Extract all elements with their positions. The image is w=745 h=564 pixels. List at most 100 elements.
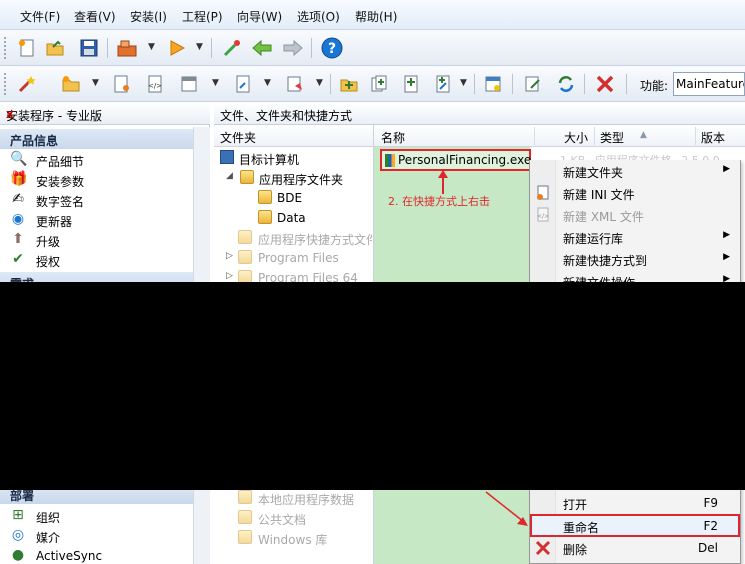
folder-header-label: 文件夹: [220, 131, 257, 145]
menu-view[interactable]: 查看(V): [74, 8, 116, 25]
menu-item-new-shortcut-to[interactable]: 新建快捷方式到 ▶: [530, 248, 740, 270]
tree-item-label: 目标计算机: [239, 153, 300, 167]
expander-icon[interactable]: ▷: [226, 271, 233, 281]
toolbar-separator: [474, 74, 475, 94]
build-icon[interactable]: [114, 36, 140, 60]
new-runtime-icon[interactable]: [176, 72, 202, 96]
column-separator[interactable]: [594, 127, 595, 145]
column-header-type[interactable]: 类型: [600, 129, 624, 146]
menu-options[interactable]: 选项(O): [297, 8, 340, 25]
tree-item-app-shortcut-folder[interactable]: 应用程序快捷方式文件夹: [238, 228, 372, 248]
column-separator[interactable]: [534, 127, 535, 145]
menu-install[interactable]: 安装(I): [130, 8, 167, 25]
properties-icon[interactable]: [480, 72, 506, 96]
toolbar-separator: [512, 74, 513, 94]
folder-icon: [238, 530, 252, 544]
chevron-down-icon[interactable]: ▼: [148, 42, 155, 52]
nav-item-updater[interactable]: ◉ 更新器: [10, 210, 190, 230]
nav-item-label: ActiveSync: [36, 549, 103, 563]
chevron-down-icon[interactable]: ▼: [316, 78, 323, 88]
add-shortcut-icon[interactable]: [430, 72, 456, 96]
new-file-icon[interactable]: [108, 72, 134, 96]
expander-icon[interactable]: ▷: [226, 251, 233, 261]
column-header-size[interactable]: 大小: [564, 129, 588, 146]
nav-item-label: 组织: [36, 511, 61, 525]
menu-project[interactable]: 工程(P): [182, 8, 223, 25]
nav-item-label: 数字签名: [36, 195, 85, 209]
refresh-icon[interactable]: [553, 72, 579, 96]
new-project-icon[interactable]: [14, 36, 40, 60]
nav-item-media[interactable]: ◎ 媒介: [10, 526, 190, 546]
file-row-selected[interactable]: PersonalFinancing.exe: [380, 149, 531, 171]
nav-item-upgrade[interactable]: ⬆ 升级: [10, 230, 190, 250]
menu-item-label: 打开: [563, 498, 588, 512]
toolbar-separator: [626, 74, 627, 94]
nav-item-product-details[interactable]: 🔍 产品细节: [10, 150, 190, 170]
close-icon[interactable]: x: [6, 107, 202, 121]
menu-item-delete[interactable]: 删除 Del: [530, 537, 740, 559]
redaction-block: [0, 282, 745, 490]
menu-wizard[interactable]: 向导(W): [237, 8, 282, 25]
new-xml-icon[interactable]: </>: [142, 72, 168, 96]
tree-item-label: BDE: [277, 191, 303, 205]
folder-column-header[interactable]: 文件夹: [214, 125, 374, 147]
file-operation-icon[interactable]: [282, 72, 308, 96]
run-icon[interactable]: [164, 36, 190, 60]
column-header-version[interactable]: 版本: [701, 129, 725, 146]
menu-item-new-xml-file[interactable]: </> 新建 XML 文件: [530, 204, 740, 226]
chevron-down-icon[interactable]: ▼: [92, 78, 99, 88]
nav-item-install-params[interactable]: 🎁 安装参数: [10, 170, 190, 190]
feature-select[interactable]: MainFeature: [673, 72, 745, 96]
forward-arrow-icon[interactable]: [280, 36, 306, 60]
toolbar-grip[interactable]: [4, 37, 7, 59]
menu-item-label: 新建 XML 文件: [563, 210, 644, 224]
back-arrow-icon[interactable]: [249, 36, 275, 60]
column-header-name[interactable]: 名称: [381, 129, 405, 146]
files-pane-title: 文件、文件夹和快捷方式: [220, 109, 353, 123]
menu-item-label: 新建 INI 文件: [563, 188, 635, 202]
toolbar-separator: [211, 38, 212, 58]
exe-file-icon: [385, 154, 395, 167]
save-icon[interactable]: [76, 36, 102, 60]
menu-help[interactable]: 帮助(H): [355, 8, 397, 25]
menu-item-new-runtime[interactable]: 新建运行库 ▶: [530, 226, 740, 248]
menu-item-open[interactable]: 打开 F9: [530, 492, 740, 514]
group-header-product-info[interactable]: 产品信息: [0, 129, 193, 149]
menu-item-new-ini-file[interactable]: 新建 INI 文件: [530, 182, 740, 204]
add-runtime-icon[interactable]: [398, 72, 424, 96]
chevron-down-icon[interactable]: ▼: [460, 78, 467, 88]
feature-label: 功能:: [640, 79, 669, 93]
add-files-icon[interactable]: [366, 72, 392, 96]
open-project-icon[interactable]: [42, 36, 68, 60]
expander-icon[interactable]: ◢: [226, 171, 233, 181]
help-icon[interactable]: ?: [319, 36, 345, 60]
nav-item-activesync[interactable]: ● ActiveSync: [10, 546, 190, 564]
column-separator[interactable]: [695, 127, 696, 145]
chevron-down-icon[interactable]: ▼: [212, 78, 219, 88]
menu-file[interactable]: 文件(F): [20, 8, 60, 25]
menu-item-label: 删除: [563, 543, 588, 557]
nav-item-organization[interactable]: ⊞ 组织: [10, 506, 190, 526]
shortcut-key: F2: [703, 519, 718, 533]
tree-item-label: 公共文档: [258, 513, 307, 527]
delete-icon[interactable]: [592, 72, 618, 96]
wizard-star-icon[interactable]: [14, 72, 40, 96]
menu-item-new-folder[interactable]: 新建文件夹 ▶: [530, 160, 740, 182]
new-shortcut-icon[interactable]: [230, 72, 256, 96]
chevron-down-icon[interactable]: ▼: [196, 42, 203, 52]
computer-icon: [220, 150, 234, 164]
file-list-header: 名称 大小 类型 ▲ 版本: [374, 125, 745, 147]
tree-item-label: 本地应用程序数据: [258, 493, 355, 507]
nav-item-label: 安装参数: [36, 175, 85, 189]
edit-icon[interactable]: [520, 72, 546, 96]
chevron-down-icon[interactable]: ▼: [264, 78, 271, 88]
toolbar-grip[interactable]: [4, 73, 7, 95]
nav-item-digital-signature[interactable]: ✍ 数字签名: [10, 190, 190, 210]
wand-icon[interactable]: [219, 36, 245, 60]
menu-item-rename[interactable]: 重命名 F2: [530, 514, 740, 537]
add-folder-icon[interactable]: [336, 72, 362, 96]
nav-item-license[interactable]: ✔ 授权: [10, 250, 190, 270]
new-folder-icon[interactable]: [58, 72, 84, 96]
upgrade-icon: ⬆: [12, 231, 24, 247]
menu-item-label: 新建运行库: [563, 232, 624, 246]
